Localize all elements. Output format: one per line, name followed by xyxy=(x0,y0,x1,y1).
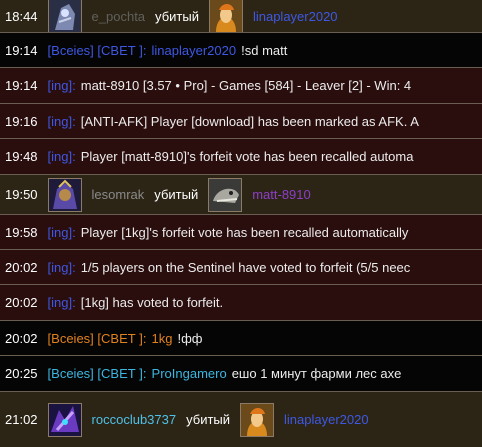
kill-verb: убитый xyxy=(186,412,231,427)
victim-hero-portrait xyxy=(240,402,275,437)
kill-verb: убитый xyxy=(155,8,199,24)
sender-name[interactable]: ProIngamero xyxy=(152,366,227,381)
killer-name[interactable]: roccoclub3737 xyxy=(92,412,177,427)
timestamp: 19:58 xyxy=(5,224,38,240)
channel-tag: [Всеіеѕ] [СВЕТ ]: xyxy=(47,42,147,58)
chat-message: ешо 1 минут фарми лес axe xyxy=(231,366,402,381)
victim-hero-portrait xyxy=(208,0,243,32)
log-row-system: 20:02 [ing]: 1/5 players on the Sentinel… xyxy=(0,250,482,285)
log-row-kill: 18:44 e_pochta убитый linaplayer2020 xyxy=(0,0,482,33)
chat-log: 18:44 e_pochta убитый linaplayer2020 19:… xyxy=(0,0,482,447)
system-tag: [ing]: xyxy=(47,113,76,129)
timestamp: 20:02 xyxy=(5,330,38,346)
log-row-chat: 20:02 [Вceіes] [СВЕТ ]: 1kg !фф xyxy=(0,321,482,356)
log-row-kill: 19:50 lesomrak убитый matt-8910 xyxy=(0,175,482,215)
system-tag: [ing]: xyxy=(47,259,76,275)
log-row-system: 19:48 [ing]: Player [matt-8910]'s forfei… xyxy=(0,139,482,175)
timestamp: 19:14 xyxy=(5,42,38,58)
timestamp: 18:44 xyxy=(5,8,38,24)
log-row-chat: 19:14 [Всеіеѕ] [СВЕТ ]: linaplayer2020 !… xyxy=(0,33,482,68)
system-message: [ANTI-AFK] Player [download] has been ma… xyxy=(80,113,419,129)
victim-name[interactable]: matt-8910 xyxy=(252,187,311,202)
victim-hero-portrait xyxy=(208,177,243,212)
timestamp: 19:14 xyxy=(5,78,38,93)
killer-hero-portrait xyxy=(47,0,82,32)
kill-verb: убитый xyxy=(154,187,199,202)
timestamp: 19:48 xyxy=(5,149,38,164)
channel-tag: [Вceіes] [СВЕТ ]: xyxy=(47,366,147,381)
victim-name[interactable]: linaplayer2020 xyxy=(284,412,369,427)
victim-name[interactable]: linaplayer2020 xyxy=(253,9,338,24)
killer-hero-portrait xyxy=(47,177,82,212)
timestamp: 20:25 xyxy=(5,366,38,381)
log-row-system: 19:14 [ing]: matt-8910 [3.57 • Pro] - Ga… xyxy=(0,68,482,104)
system-message: Player [1kg]'s forfeit vote has been rec… xyxy=(80,224,409,240)
log-row-chat: 20:25 [Вceіes] [СВЕТ ]: ProIngamero ешо … xyxy=(0,356,482,392)
system-tag: [ing]: xyxy=(47,149,76,164)
channel-tag: [Вceіes] [СВЕТ ]: xyxy=(47,330,147,346)
timestamp: 19:16 xyxy=(5,113,38,129)
timestamp: 19:50 xyxy=(5,187,38,202)
sender-name[interactable]: 1kg xyxy=(152,331,173,346)
system-message: matt-8910 [3.57 • Pro] - Games [584] - L… xyxy=(80,78,412,93)
timestamp: 20:02 xyxy=(5,259,38,275)
killer-name[interactable]: e_pochta xyxy=(92,9,146,24)
log-row-system: 19:58 [ing]: Player [1kg]'s forfeit vote… xyxy=(0,215,482,250)
sender-name[interactable]: linaplayer2020 xyxy=(152,43,237,58)
log-row-system: 19:16 [ing]: [ANTI-AFK] Player [download… xyxy=(0,104,482,139)
chat-message: !фф xyxy=(177,330,203,346)
log-row-system: 20:02 [ing]: [1kg] has voted to forfeit. xyxy=(0,285,482,321)
chat-message: !sd matt xyxy=(241,42,288,58)
timestamp: 20:02 xyxy=(5,295,38,310)
system-message: Player [matt-8910]'s forfeit vote has be… xyxy=(80,149,414,164)
killer-hero-portrait xyxy=(47,402,82,437)
system-tag: [ing]: xyxy=(47,224,76,240)
log-row-kill: 21:02 roccoclub3737 убитый linaplayer202… xyxy=(0,392,482,447)
system-tag: [ing]: xyxy=(47,78,76,93)
timestamp: 21:02 xyxy=(5,412,38,427)
system-tag: [ing]: xyxy=(47,295,76,310)
killer-name[interactable]: lesomrak xyxy=(92,187,145,202)
system-message: 1/5 players on the Sentinel have voted t… xyxy=(80,259,411,275)
system-message: [1kg] has voted to forfeit. xyxy=(80,295,224,310)
